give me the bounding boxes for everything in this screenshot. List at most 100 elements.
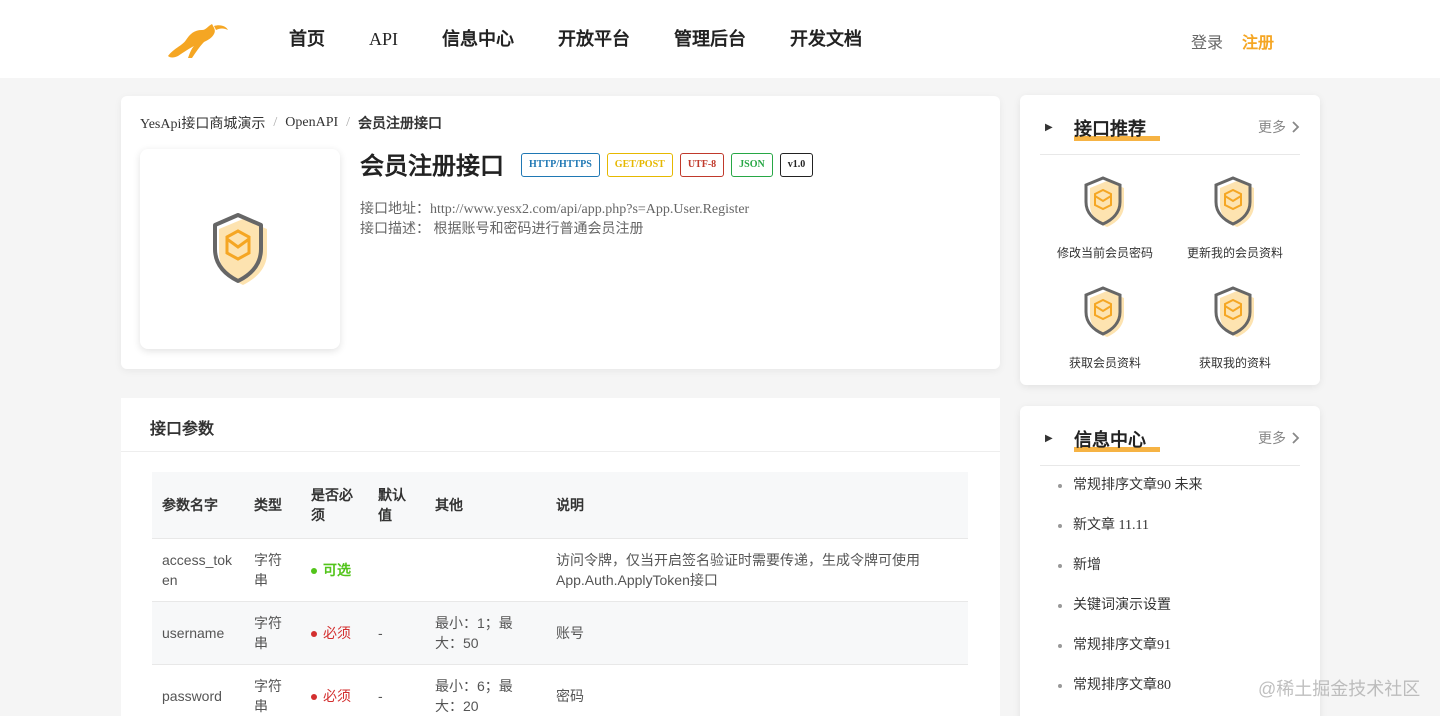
- format-tag: JSON: [731, 153, 773, 177]
- version-tag: v1.0: [779, 153, 814, 177]
- api-info: 接口地址：http://www.yesx2.com/api/app.php?s=…: [360, 200, 749, 240]
- main-nav: 首页 API 信息中心 开放平台 管理后台 开发文档: [289, 28, 906, 50]
- param-other: [425, 537, 546, 601]
- shield-icon: [1214, 176, 1254, 227]
- breadcrumb-current: 会员注册接口: [358, 115, 443, 131]
- api-detail-card: YesApi接口商城演示 / OpenAPI / 会员注册接口 会员注册接口 H…: [121, 96, 1000, 369]
- recommend-label: 获取会员资料: [1068, 356, 1141, 370]
- nav-admin[interactable]: 管理后台: [674, 28, 746, 50]
- param-other: 最小：1；最大：50: [425, 600, 546, 664]
- required-status: 必须: [323, 687, 351, 704]
- list-item[interactable]: 常规排序文章91: [1058, 636, 1203, 676]
- param-type: 字符串: [244, 663, 301, 716]
- table-row: username 字符串 必须 - 最小：1；最大：50 账号: [152, 600, 968, 664]
- register-link[interactable]: 注册: [1242, 29, 1274, 53]
- status-dot: [311, 567, 317, 574]
- top-header: 首页 API 信息中心 开放平台 管理后台 开发文档 登录 注册: [0, 0, 1440, 78]
- shield-icon: [213, 213, 267, 285]
- breadcrumb: YesApi接口商城演示 / OpenAPI / 会员注册接口: [140, 113, 442, 133]
- api-desc-label: 接口描述：: [360, 222, 430, 237]
- required-status: 可选: [323, 561, 351, 578]
- param-desc: 密码: [546, 663, 968, 716]
- news-title: 新增: [1073, 558, 1101, 573]
- shield-icon: [1214, 286, 1254, 337]
- col-header-default: 默认值: [368, 472, 425, 538]
- table-row: access_token 字符串 可选 访问令牌，仅当开启签名验证时需要传递，生…: [152, 537, 968, 601]
- news-title: 关键词演示设置: [1073, 598, 1171, 613]
- breadcrumb-separator: /: [346, 115, 351, 130]
- recommend-panel: ▶ 接口推荐 更多 修改当前会员密码 更新我的会员资料 获取会员资料 获取我的资…: [1020, 95, 1320, 385]
- news-title: 常规排序文章80: [1073, 678, 1171, 693]
- recommend-grid: 修改当前会员密码 更新我的会员资料 获取会员资料 获取我的资料: [1040, 175, 1300, 371]
- list-item[interactable]: 新增: [1058, 556, 1203, 596]
- params-table: 参数名字 类型 是否必须 默认值 其他 说明 access_token 字符串 …: [152, 472, 968, 716]
- status-dot: [311, 694, 317, 701]
- param-type: 字符串: [244, 600, 301, 664]
- required-status: 必须: [323, 624, 351, 641]
- list-item[interactable]: 新文章 11.11: [1058, 516, 1203, 556]
- more-label: 更多: [1258, 430, 1286, 446]
- recommend-title: 接口推荐: [1074, 119, 1146, 139]
- param-required: 必须: [301, 663, 368, 716]
- method-tag: GET/POST: [606, 153, 673, 177]
- breadcrumb-home[interactable]: YesApi接口商城演示: [140, 113, 265, 133]
- bullet-icon: [1058, 644, 1062, 648]
- nav-api[interactable]: API: [369, 28, 398, 50]
- recommend-label: 修改当前会员密码: [1056, 246, 1153, 260]
- shield-icon: [1084, 286, 1124, 337]
- more-label: 更多: [1258, 119, 1286, 135]
- recommend-item[interactable]: 修改当前会员密码: [1040, 175, 1170, 261]
- breadcrumb-openapi[interactable]: OpenAPI: [285, 115, 338, 131]
- api-logo: [140, 149, 340, 349]
- login-link[interactable]: 登录: [1191, 29, 1223, 53]
- bullet-icon: [1058, 604, 1062, 608]
- col-header-type: 类型: [244, 472, 301, 538]
- info-center-header: ▶ 信息中心 更多: [1040, 424, 1300, 466]
- param-name: access_token: [152, 537, 244, 601]
- divider: [121, 451, 1000, 452]
- auth-links: 登录 注册: [1191, 29, 1274, 53]
- recommend-item[interactable]: 更新我的会员资料: [1170, 175, 1300, 261]
- nav-home[interactable]: 首页: [289, 28, 325, 50]
- news-title: 常规排序文章91: [1073, 638, 1171, 653]
- param-default: -: [368, 600, 425, 664]
- list-item[interactable]: 常规排序文章90 未来: [1058, 476, 1203, 516]
- recommend-more-link[interactable]: 更多: [1258, 117, 1300, 137]
- recommend-item[interactable]: 获取会员资料: [1040, 285, 1170, 371]
- nav-info-center[interactable]: 信息中心: [442, 28, 514, 50]
- param-other: 最小：6；最大：20: [425, 663, 546, 716]
- caret-right-icon: ▶: [1045, 122, 1053, 133]
- param-required: 必须: [301, 600, 368, 664]
- param-default: [368, 537, 425, 601]
- param-default: -: [368, 663, 425, 716]
- site-logo[interactable]: [164, 18, 230, 62]
- nav-open-platform[interactable]: 开放平台: [558, 28, 630, 50]
- nav-docs[interactable]: 开发文档: [790, 28, 862, 50]
- chevron-right-icon: [1292, 121, 1300, 133]
- news-title: 常规排序文章90 未来: [1073, 478, 1203, 493]
- table-header-row: 参数名字 类型 是否必须 默认值 其他 说明: [152, 472, 968, 538]
- caret-right-icon: ▶: [1045, 433, 1053, 444]
- info-center-more-link[interactable]: 更多: [1258, 428, 1300, 448]
- charset-tag: UTF-8: [679, 153, 725, 177]
- api-desc: 根据账号和密码进行普通会员注册: [433, 222, 644, 237]
- api-title: 会员注册接口: [360, 153, 504, 180]
- breadcrumb-separator: /: [273, 115, 278, 130]
- status-dot: [311, 630, 317, 637]
- table-row: password 字符串 必须 - 最小：6；最大：20 密码: [152, 663, 968, 716]
- list-item[interactable]: 常规排序文章80: [1058, 676, 1203, 716]
- col-header-required: 是否必须: [301, 472, 368, 538]
- col-header-other: 其他: [425, 472, 546, 538]
- api-url-label: 接口地址：: [360, 202, 430, 217]
- params-card: 接口参数 参数名字 类型 是否必须 默认值 其他 说明 access_token…: [121, 398, 1000, 716]
- news-list: 常规排序文章90 未来 新文章 11.11 新增 关键词演示设置 常规排序文章9…: [1058, 476, 1203, 716]
- news-title: 新文章 11.11: [1073, 518, 1149, 533]
- recommend-item[interactable]: 获取我的资料: [1170, 285, 1300, 371]
- api-tags: HTTP/HTTPS GET/POST UTF-8 JSON v1.0: [521, 153, 814, 177]
- watermark: @稀土掘金技术社区: [1258, 679, 1421, 699]
- param-name: password: [152, 663, 244, 716]
- col-header-name: 参数名字: [152, 472, 244, 538]
- list-item[interactable]: 关键词演示设置: [1058, 596, 1203, 636]
- col-header-desc: 说明: [546, 472, 968, 538]
- api-url[interactable]: http://www.yesx2.com/api/app.php?s=App.U…: [430, 202, 749, 217]
